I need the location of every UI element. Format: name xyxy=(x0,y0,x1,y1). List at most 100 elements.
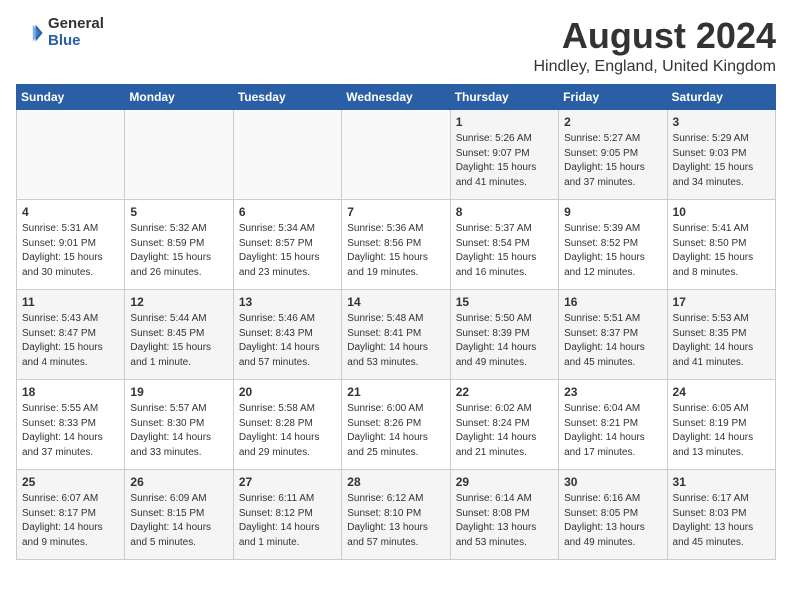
day-number: 20 xyxy=(239,384,336,401)
month-title: August 2024 xyxy=(533,16,776,56)
day-number: 8 xyxy=(456,204,553,221)
day-info: Sunrise: 5:51 AM Sunset: 8:37 PM Dayligh… xyxy=(564,312,661,370)
day-number: 28 xyxy=(347,474,444,491)
day-number: 5 xyxy=(130,204,227,221)
logo-text: General Blue xyxy=(48,16,104,49)
day-number: 18 xyxy=(22,384,119,401)
calendar-cell: 25Sunrise: 6:07 AM Sunset: 8:17 PM Dayli… xyxy=(17,469,125,559)
day-info: Sunrise: 5:27 AM Sunset: 9:05 PM Dayligh… xyxy=(564,132,661,190)
day-number: 15 xyxy=(456,294,553,311)
day-number: 23 xyxy=(564,384,661,401)
day-info: Sunrise: 5:57 AM Sunset: 8:30 PM Dayligh… xyxy=(130,402,227,460)
day-number: 3 xyxy=(673,114,770,131)
day-number: 12 xyxy=(130,294,227,311)
calendar-cell: 1Sunrise: 5:26 AM Sunset: 9:07 PM Daylig… xyxy=(450,109,558,199)
day-info: Sunrise: 5:58 AM Sunset: 8:28 PM Dayligh… xyxy=(239,402,336,460)
day-info: Sunrise: 5:48 AM Sunset: 8:41 PM Dayligh… xyxy=(347,312,444,370)
day-number: 30 xyxy=(564,474,661,491)
calendar-cell: 21Sunrise: 6:00 AM Sunset: 8:26 PM Dayli… xyxy=(342,379,450,469)
day-info: Sunrise: 6:16 AM Sunset: 8:05 PM Dayligh… xyxy=(564,492,661,550)
day-info: Sunrise: 5:55 AM Sunset: 8:33 PM Dayligh… xyxy=(22,402,119,460)
calendar-week-0: 1Sunrise: 5:26 AM Sunset: 9:07 PM Daylig… xyxy=(17,109,776,199)
calendar-cell: 31Sunrise: 6:17 AM Sunset: 8:03 PM Dayli… xyxy=(667,469,775,559)
day-info: Sunrise: 5:43 AM Sunset: 8:47 PM Dayligh… xyxy=(22,312,119,370)
day-number: 19 xyxy=(130,384,227,401)
day-number: 27 xyxy=(239,474,336,491)
calendar-cell: 17Sunrise: 5:53 AM Sunset: 8:35 PM Dayli… xyxy=(667,289,775,379)
day-info: Sunrise: 5:41 AM Sunset: 8:50 PM Dayligh… xyxy=(673,222,770,280)
calendar-cell: 10Sunrise: 5:41 AM Sunset: 8:50 PM Dayli… xyxy=(667,199,775,289)
calendar-cell: 26Sunrise: 6:09 AM Sunset: 8:15 PM Dayli… xyxy=(125,469,233,559)
calendar-table: SundayMondayTuesdayWednesdayThursdayFrid… xyxy=(16,84,776,560)
day-info: Sunrise: 5:31 AM Sunset: 9:01 PM Dayligh… xyxy=(22,222,119,280)
day-info: Sunrise: 5:53 AM Sunset: 8:35 PM Dayligh… xyxy=(673,312,770,370)
header-day-saturday: Saturday xyxy=(667,84,775,109)
calendar-cell: 19Sunrise: 5:57 AM Sunset: 8:30 PM Dayli… xyxy=(125,379,233,469)
calendar-cell: 6Sunrise: 5:34 AM Sunset: 8:57 PM Daylig… xyxy=(233,199,341,289)
calendar-week-2: 11Sunrise: 5:43 AM Sunset: 8:47 PM Dayli… xyxy=(17,289,776,379)
logo-icon xyxy=(16,19,44,47)
day-number: 1 xyxy=(456,114,553,131)
day-number: 10 xyxy=(673,204,770,221)
calendar-cell: 3Sunrise: 5:29 AM Sunset: 9:03 PM Daylig… xyxy=(667,109,775,199)
logo: General Blue xyxy=(16,16,104,49)
calendar-cell: 28Sunrise: 6:12 AM Sunset: 8:10 PM Dayli… xyxy=(342,469,450,559)
day-info: Sunrise: 5:44 AM Sunset: 8:45 PM Dayligh… xyxy=(130,312,227,370)
calendar-cell: 2Sunrise: 5:27 AM Sunset: 9:05 PM Daylig… xyxy=(559,109,667,199)
day-info: Sunrise: 6:00 AM Sunset: 8:26 PM Dayligh… xyxy=(347,402,444,460)
calendar-cell: 9Sunrise: 5:39 AM Sunset: 8:52 PM Daylig… xyxy=(559,199,667,289)
day-info: Sunrise: 6:07 AM Sunset: 8:17 PM Dayligh… xyxy=(22,492,119,550)
calendar-cell: 20Sunrise: 5:58 AM Sunset: 8:28 PM Dayli… xyxy=(233,379,341,469)
calendar-body: 1Sunrise: 5:26 AM Sunset: 9:07 PM Daylig… xyxy=(17,109,776,559)
calendar-cell xyxy=(342,109,450,199)
calendar-cell: 5Sunrise: 5:32 AM Sunset: 8:59 PM Daylig… xyxy=(125,199,233,289)
day-number: 6 xyxy=(239,204,336,221)
calendar-cell: 30Sunrise: 6:16 AM Sunset: 8:05 PM Dayli… xyxy=(559,469,667,559)
day-number: 4 xyxy=(22,204,119,221)
day-number: 2 xyxy=(564,114,661,131)
day-number: 26 xyxy=(130,474,227,491)
day-info: Sunrise: 6:09 AM Sunset: 8:15 PM Dayligh… xyxy=(130,492,227,550)
calendar-cell: 4Sunrise: 5:31 AM Sunset: 9:01 PM Daylig… xyxy=(17,199,125,289)
calendar-cell: 12Sunrise: 5:44 AM Sunset: 8:45 PM Dayli… xyxy=(125,289,233,379)
day-number: 9 xyxy=(564,204,661,221)
day-info: Sunrise: 5:34 AM Sunset: 8:57 PM Dayligh… xyxy=(239,222,336,280)
header-day-sunday: Sunday xyxy=(17,84,125,109)
day-info: Sunrise: 6:11 AM Sunset: 8:12 PM Dayligh… xyxy=(239,492,336,550)
header-day-wednesday: Wednesday xyxy=(342,84,450,109)
day-number: 14 xyxy=(347,294,444,311)
header-day-tuesday: Tuesday xyxy=(233,84,341,109)
calendar-cell: 23Sunrise: 6:04 AM Sunset: 8:21 PM Dayli… xyxy=(559,379,667,469)
day-number: 22 xyxy=(456,384,553,401)
calendar-week-1: 4Sunrise: 5:31 AM Sunset: 9:01 PM Daylig… xyxy=(17,199,776,289)
header-row: SundayMondayTuesdayWednesdayThursdayFrid… xyxy=(17,84,776,109)
day-info: Sunrise: 5:50 AM Sunset: 8:39 PM Dayligh… xyxy=(456,312,553,370)
day-number: 13 xyxy=(239,294,336,311)
calendar-cell: 15Sunrise: 5:50 AM Sunset: 8:39 PM Dayli… xyxy=(450,289,558,379)
calendar-cell xyxy=(125,109,233,199)
calendar-cell: 11Sunrise: 5:43 AM Sunset: 8:47 PM Dayli… xyxy=(17,289,125,379)
day-info: Sunrise: 6:12 AM Sunset: 8:10 PM Dayligh… xyxy=(347,492,444,550)
day-info: Sunrise: 5:37 AM Sunset: 8:54 PM Dayligh… xyxy=(456,222,553,280)
calendar-cell xyxy=(233,109,341,199)
calendar-cell: 8Sunrise: 5:37 AM Sunset: 8:54 PM Daylig… xyxy=(450,199,558,289)
day-number: 17 xyxy=(673,294,770,311)
header-day-friday: Friday xyxy=(559,84,667,109)
day-info: Sunrise: 6:17 AM Sunset: 8:03 PM Dayligh… xyxy=(673,492,770,550)
day-info: Sunrise: 6:04 AM Sunset: 8:21 PM Dayligh… xyxy=(564,402,661,460)
calendar-cell: 24Sunrise: 6:05 AM Sunset: 8:19 PM Dayli… xyxy=(667,379,775,469)
calendar-cell: 27Sunrise: 6:11 AM Sunset: 8:12 PM Dayli… xyxy=(233,469,341,559)
day-number: 11 xyxy=(22,294,119,311)
day-number: 16 xyxy=(564,294,661,311)
calendar-cell: 7Sunrise: 5:36 AM Sunset: 8:56 PM Daylig… xyxy=(342,199,450,289)
day-number: 21 xyxy=(347,384,444,401)
day-info: Sunrise: 5:46 AM Sunset: 8:43 PM Dayligh… xyxy=(239,312,336,370)
calendar-cell: 16Sunrise: 5:51 AM Sunset: 8:37 PM Dayli… xyxy=(559,289,667,379)
calendar-cell xyxy=(17,109,125,199)
calendar-week-3: 18Sunrise: 5:55 AM Sunset: 8:33 PM Dayli… xyxy=(17,379,776,469)
calendar-week-4: 25Sunrise: 6:07 AM Sunset: 8:17 PM Dayli… xyxy=(17,469,776,559)
day-number: 7 xyxy=(347,204,444,221)
location: Hindley, England, United Kingdom xyxy=(533,58,776,76)
day-number: 29 xyxy=(456,474,553,491)
day-number: 25 xyxy=(22,474,119,491)
